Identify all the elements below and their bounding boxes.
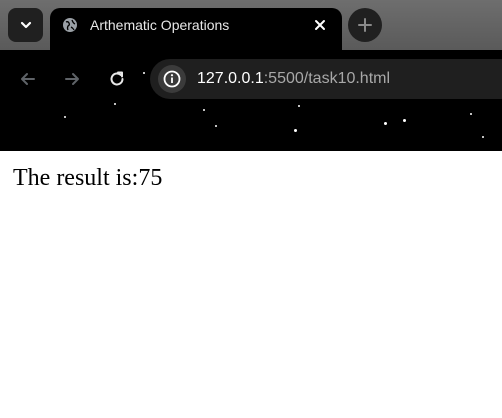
close-icon [315, 20, 325, 30]
close-tab-button[interactable] [312, 17, 328, 33]
result-label: The result is: [13, 165, 139, 191]
back-button[interactable] [14, 65, 42, 93]
chevron-down-icon [20, 21, 31, 29]
url-path: :5500/task10.html [263, 70, 391, 87]
address-bar[interactable]: 127.0.0.1:5500/task10.html [150, 59, 502, 99]
forward-button[interactable] [58, 65, 86, 93]
background-star [298, 105, 300, 107]
browser-toolbar: 127.0.0.1:5500/task10.html [0, 50, 502, 151]
background-star [294, 129, 297, 132]
background-star [143, 72, 145, 74]
tab-search-button[interactable] [8, 8, 43, 42]
reload-icon [110, 71, 124, 86]
background-star [470, 113, 472, 115]
result-value: 75 [138, 165, 163, 191]
back-arrow-icon [21, 73, 35, 85]
active-tab[interactable]: Arthematic Operations [50, 8, 342, 50]
background-star [403, 119, 406, 122]
url-host: 127.0.0.1 [197, 70, 264, 87]
info-icon [163, 70, 181, 88]
result-text: The result is:75 [13, 164, 162, 192]
background-star [215, 125, 217, 127]
new-tab-button[interactable] [348, 8, 382, 42]
site-info-button[interactable] [158, 65, 186, 93]
tab-title: Arthematic Operations [90, 17, 230, 33]
page-content: The result is:75 [0, 151, 502, 418]
background-star [114, 103, 116, 105]
background-star [384, 122, 387, 125]
plus-icon [358, 18, 372, 32]
background-star [482, 136, 484, 138]
url-text: 127.0.0.1:5500/task10.html [197, 69, 390, 89]
globe-icon [63, 18, 77, 32]
background-star [203, 109, 205, 111]
forward-arrow-icon [65, 73, 79, 85]
background-star [64, 116, 66, 118]
tab-strip: Arthematic Operations [0, 0, 502, 50]
reload-button[interactable] [103, 65, 131, 93]
browser-chrome: Arthematic Operations 127.0.0.1:5500/tas… [0, 0, 502, 151]
